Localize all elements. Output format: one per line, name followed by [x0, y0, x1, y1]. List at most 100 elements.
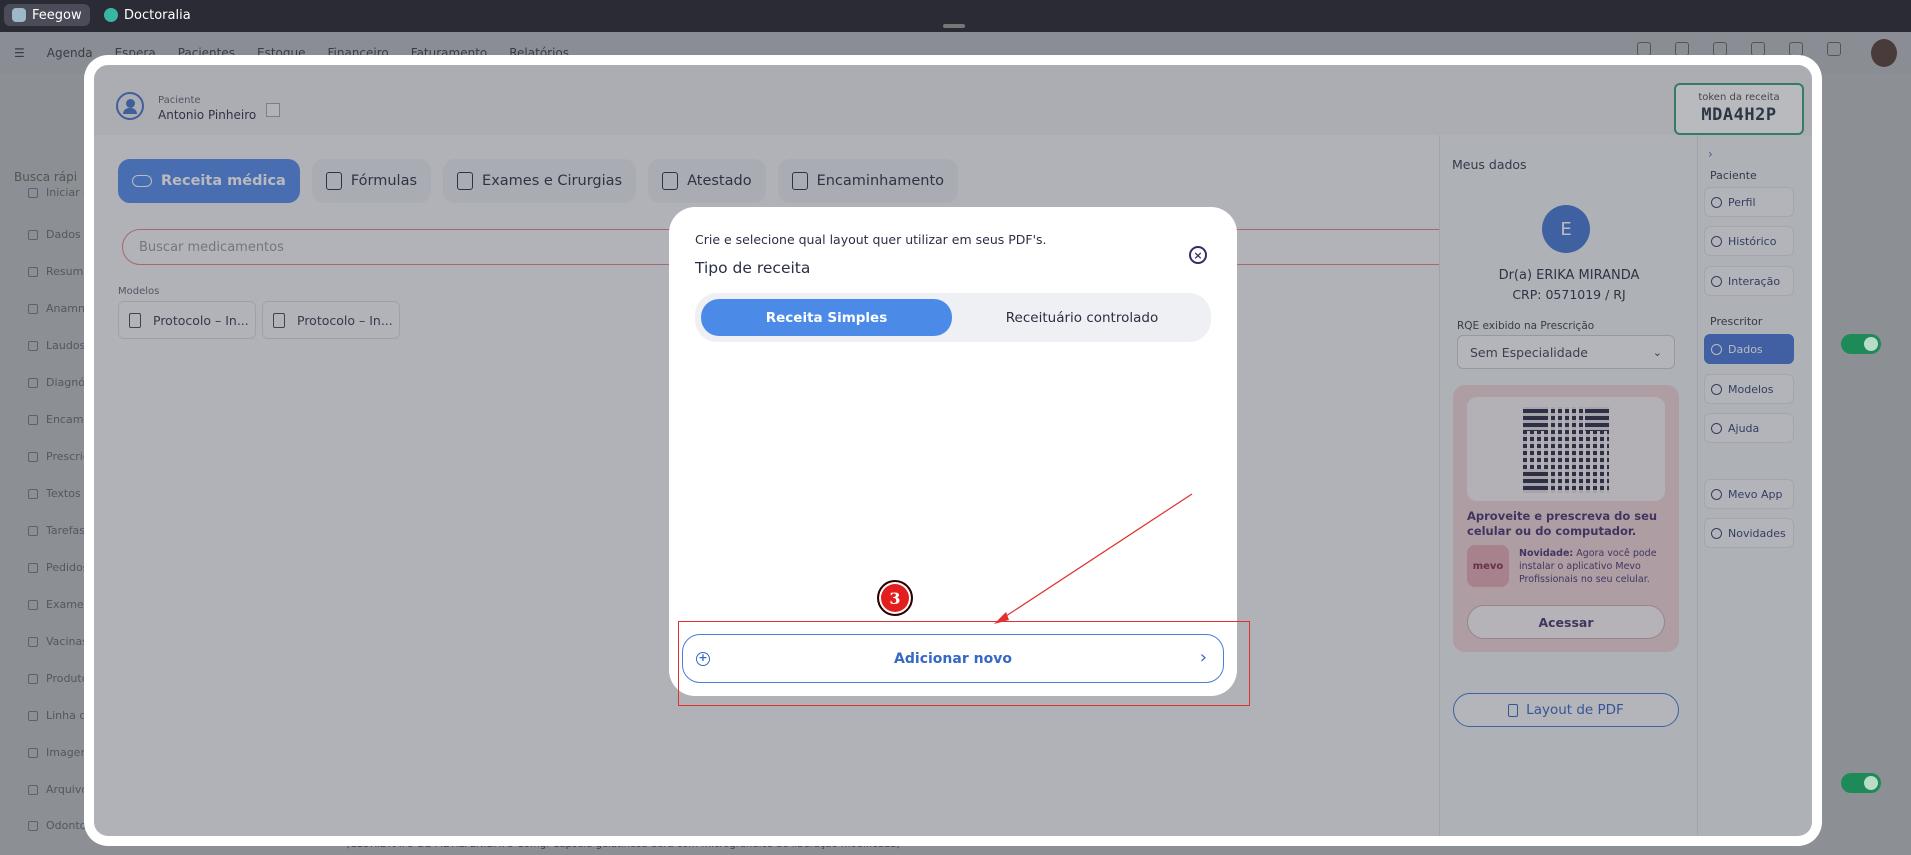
- tab-encaminhamento[interactable]: Encaminhamento: [777, 159, 958, 203]
- bg-sidebar-item[interactable]: Imagens: [28, 746, 93, 759]
- option-receita-simples[interactable]: Receita Simples: [701, 299, 952, 336]
- bg-toggle-switch[interactable]: [1841, 773, 1881, 793]
- side-item-label: Modelos: [1728, 382, 1774, 396]
- nav-faturamento[interactable]: Faturamento: [411, 46, 487, 60]
- user-avatar[interactable]: [1871, 39, 1897, 67]
- pdf-layout-button[interactable]: Layout de PDF: [1453, 693, 1679, 727]
- mevo-promo-card: Aproveite e prescreva do seu celular ou …: [1453, 385, 1679, 652]
- doctor-name: Dr(a) ERIKA MIRANDA: [1498, 268, 1640, 283]
- side-group-patient: Paciente: [1710, 169, 1757, 182]
- bg-toggle-switch[interactable]: [1841, 334, 1881, 354]
- bg-sidebar-item[interactable]: Dados P: [28, 228, 91, 241]
- side-item-perfil[interactable]: Perfil: [1704, 187, 1794, 217]
- bg-sidebar-item[interactable]: Laudos e: [28, 339, 96, 352]
- bg-sidebar-item[interactable]: Produto: [28, 672, 88, 685]
- side-item-dados[interactable]: Dados: [1704, 334, 1794, 364]
- side-item-mevo-app[interactable]: Mevo App: [1704, 479, 1794, 509]
- nav-espera[interactable]: Espera: [115, 46, 156, 60]
- side-item-historico[interactable]: Histórico: [1704, 226, 1794, 256]
- nav-pacientes[interactable]: Pacientes: [178, 46, 235, 60]
- browser-tab-doctoralia[interactable]: Doctoralia: [96, 4, 199, 26]
- qr-code-icon: [1523, 407, 1609, 493]
- bg-sidebar-item[interactable]: Exames e: [28, 598, 100, 611]
- bg-sidebar-item[interactable]: Diagnó: [28, 376, 85, 389]
- rqe-select[interactable]: Sem Especialidade ⌄: [1457, 335, 1675, 369]
- document-icon: [129, 312, 141, 328]
- document-icon: [1711, 383, 1722, 395]
- patient-label: Paciente: [158, 95, 201, 106]
- nav-relatorios[interactable]: Relatórios: [509, 46, 569, 60]
- panel-title: Meus dados: [1452, 157, 1527, 172]
- side-item-label: Dados: [1728, 342, 1763, 356]
- bg-sidebar-item[interactable]: Arquivo: [28, 783, 88, 796]
- document-signature-icon: [791, 172, 808, 190]
- nav-estoque[interactable]: Estoque: [257, 46, 306, 60]
- chevron-down-icon: ⌄: [1652, 346, 1662, 359]
- tab-label: Receita médica: [161, 173, 286, 189]
- bg-sidebar-item[interactable]: Tarefas: [28, 524, 85, 537]
- side-item-modelos[interactable]: Modelos: [1704, 374, 1794, 404]
- rqe-label: RQE exibido na Prescrição: [1457, 320, 1595, 332]
- model-card[interactable]: Protocolo – In...: [118, 301, 256, 339]
- bell-icon[interactable]: [1751, 42, 1765, 56]
- bg-search-input[interactable]: Busca rápi: [14, 170, 77, 184]
- bg-sidebar-item[interactable]: Vacinas: [28, 635, 88, 648]
- chevron-right-icon[interactable]: ›: [1708, 147, 1713, 161]
- model-card-label: Protocolo – In...: [153, 312, 249, 328]
- pdf-layout-label: Layout de PDF: [1526, 702, 1624, 718]
- phone-icon[interactable]: [1637, 42, 1651, 56]
- tab-formulas[interactable]: Fórmulas: [311, 159, 432, 203]
- model-card[interactable]: Protocolo – In...: [262, 301, 400, 339]
- chat-icon[interactable]: [1713, 42, 1727, 56]
- tab-label: Atestado: [687, 173, 752, 189]
- nav-financeiro[interactable]: Financeiro: [328, 46, 389, 60]
- help-icon[interactable]: [1827, 42, 1841, 56]
- document-plus-icon: [662, 172, 679, 190]
- browser-top-bar: Feegow Doctoralia: [0, 0, 1911, 32]
- token-label: token da receita: [1698, 92, 1780, 103]
- browser-tab-feegow[interactable]: Feegow: [4, 4, 90, 26]
- drag-handle[interactable]: [943, 24, 965, 28]
- help-person-icon: [1711, 422, 1722, 434]
- promo-news-bold: Novidade:: [1519, 548, 1574, 559]
- mail-icon[interactable]: [1675, 42, 1689, 56]
- bg-sidebar-item[interactable]: Iniciar co: [28, 186, 96, 199]
- close-icon[interactable]: ×: [1189, 246, 1207, 264]
- tab-exames-cirurgias[interactable]: Exames e Cirurgias: [443, 159, 637, 203]
- history-icon: [1711, 235, 1722, 247]
- my-data-panel: Meus dados E Dr(a) ERIKA MIRANDA CRP: 05…: [1439, 135, 1697, 836]
- phone-icon: [1711, 488, 1722, 500]
- bg-sidebar-item[interactable]: Pedidos: [28, 561, 89, 574]
- bg-sidebar-item[interactable]: Odonto: [28, 819, 86, 832]
- option-receituario-controlado[interactable]: Receituário controlado: [957, 299, 1207, 336]
- side-item-ajuda[interactable]: Ajuda: [1704, 413, 1794, 443]
- message-icon[interactable]: [1789, 42, 1803, 56]
- bg-sidebar-item[interactable]: Encamin: [28, 413, 93, 426]
- side-item-label: Perfil: [1728, 195, 1756, 209]
- patient-header: Paciente Antonio Pinheiro token da recei…: [94, 65, 1812, 135]
- bg-sidebar-item[interactable]: Prescriç: [28, 450, 89, 463]
- syringe-icon: [457, 172, 474, 190]
- bg-sidebar-item[interactable]: Textos e: [28, 487, 91, 500]
- bg-sidebar-item[interactable]: Resumo: [28, 265, 90, 278]
- side-item-novidades[interactable]: Novidades: [1704, 518, 1794, 548]
- token-value: MDA4H2P: [1701, 105, 1777, 125]
- tab-label: Exames e Cirurgias: [482, 173, 623, 189]
- models-label: Modelos: [118, 286, 160, 297]
- bg-sidebar-item[interactable]: Linha do: [28, 709, 93, 722]
- annotation-step-badge: 3: [877, 580, 913, 616]
- tab-label: Encaminhamento: [816, 173, 944, 189]
- menu-icon[interactable]: ☰: [14, 46, 25, 60]
- tab-receita-medica[interactable]: Receita médica: [118, 159, 300, 203]
- side-item-interacao[interactable]: Interação: [1704, 266, 1794, 296]
- broken-image-icon: [266, 103, 280, 117]
- access-button[interactable]: Acessar: [1467, 605, 1665, 639]
- document-icon: [273, 312, 285, 328]
- mevo-logo: mevo: [1467, 545, 1509, 587]
- model-card-label: Protocolo – In...: [297, 312, 393, 328]
- dialog-title: Tipo de receita: [695, 259, 811, 277]
- bg-sidebar-item[interactable]: Anamne: [28, 302, 92, 315]
- tab-atestado[interactable]: Atestado: [648, 159, 766, 203]
- dialog-subtitle: Crie e selecione qual layout quer utiliz…: [695, 232, 1047, 247]
- nav-agenda[interactable]: Agenda: [47, 46, 93, 60]
